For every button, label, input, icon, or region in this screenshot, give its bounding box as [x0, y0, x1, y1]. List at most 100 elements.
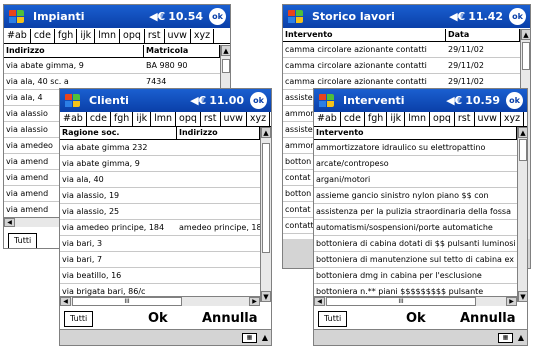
- keyboard-icon[interactable]: ▦: [242, 333, 257, 343]
- horizontal-scrollbar[interactable]: ◀ III ▶: [314, 296, 517, 306]
- alpha-tab[interactable]: lmn: [405, 112, 431, 126]
- clock[interactable]: 10.54: [168, 10, 203, 23]
- keyboard-icon[interactable]: ▦: [498, 333, 513, 343]
- table-row[interactable]: arcate/contropeso: [314, 156, 517, 172]
- table-row[interactable]: assieme gancio sinistro nylon piano $$ c…: [314, 188, 517, 204]
- column-header-matricola[interactable]: Matricola: [144, 45, 220, 57]
- vertical-scrollbar[interactable]: ▲ ▼: [260, 127, 271, 302]
- tutti-button[interactable]: Tutti: [64, 311, 94, 327]
- table-row[interactable]: camma circolare azionante contatti 29/11/…: [283, 58, 520, 74]
- table-row[interactable]: via abate gimma, 9: [60, 156, 260, 172]
- windows-flag-icon[interactable]: [65, 93, 83, 109]
- alpha-tab[interactable]: opq: [120, 29, 145, 43]
- table-row[interactable]: via amedeo principe, 184 amedeo principe,…: [60, 220, 260, 236]
- alpha-tab[interactable]: opq: [176, 112, 201, 126]
- table-row[interactable]: via bari, 3: [60, 236, 260, 252]
- ok-button[interactable]: ok: [250, 92, 267, 109]
- ok-button[interactable]: ok: [509, 8, 526, 25]
- column-header-ragione-soc[interactable]: Ragione soc.: [60, 127, 177, 139]
- ok-button[interactable]: ok: [506, 92, 523, 109]
- table-row[interactable]: via beatillo, 16: [60, 268, 260, 284]
- alpha-tab[interactable]: xyz: [247, 112, 271, 126]
- speaker-icon[interactable]: ◀€: [449, 10, 465, 23]
- table-row[interactable]: via alassio, 25: [60, 204, 260, 220]
- alpha-tab[interactable]: #ab: [60, 112, 87, 126]
- table-row[interactable]: camma circolare azionante contatti 29/11/…: [283, 42, 520, 58]
- table-row[interactable]: bottoniera di cabina dotati di $$ pulsan…: [314, 236, 517, 252]
- alpha-tab[interactable]: uvw: [165, 29, 191, 43]
- annulla-button[interactable]: Annulla: [460, 310, 516, 328]
- horizontal-scrollbar[interactable]: ◀ III ▶: [60, 296, 260, 306]
- alpha-tab[interactable]: ijk: [77, 29, 96, 43]
- alpha-tab[interactable]: cde: [87, 112, 111, 126]
- alpha-tab[interactable]: fgh: [365, 112, 388, 126]
- column-header-intervento[interactable]: Intervento: [283, 29, 446, 41]
- alpha-tab[interactable]: fgh: [55, 29, 78, 43]
- scroll-up-icon[interactable]: ▲: [521, 29, 530, 40]
- speaker-icon[interactable]: ◀€: [149, 10, 165, 23]
- alpha-tab[interactable]: rst: [145, 29, 165, 43]
- scroll-right-icon[interactable]: ▶: [249, 297, 260, 306]
- table-row[interactable]: via abate gimma, 9 BA 980 90: [4, 58, 220, 74]
- scroll-left-icon[interactable]: ◀: [314, 297, 325, 306]
- scroll-up-icon[interactable]: ▲: [518, 127, 527, 138]
- clock[interactable]: 10.59: [465, 94, 500, 107]
- scroll-thumb[interactable]: III: [326, 297, 476, 306]
- scroll-left-icon[interactable]: ◀: [4, 218, 15, 227]
- table-row[interactable]: bottoniera di manutenzione sul tetto di …: [314, 252, 517, 268]
- scroll-thumb[interactable]: [519, 139, 527, 161]
- sip-arrow-up-icon[interactable]: ▲: [518, 333, 524, 343]
- column-header-intervento[interactable]: Intervento: [314, 127, 517, 139]
- column-header-indirizzo[interactable]: Indirizzo: [177, 127, 260, 139]
- speaker-icon[interactable]: ◀€: [190, 94, 206, 107]
- table-row[interactable]: bottoniera dmg in cabina per l'esclusion…: [314, 268, 517, 284]
- scroll-thumb[interactable]: [522, 42, 530, 70]
- alpha-tab[interactable]: #ab: [314, 112, 341, 126]
- speaker-icon[interactable]: ◀€: [446, 94, 462, 107]
- alpha-tab[interactable]: xyz: [191, 29, 215, 43]
- alpha-tab[interactable]: #ab: [4, 29, 31, 43]
- table-row[interactable]: via alassio, 19: [60, 188, 260, 204]
- alpha-tab[interactable]: cde: [31, 29, 55, 43]
- alpha-tab[interactable]: rst: [201, 112, 221, 126]
- ok-button[interactable]: ok: [209, 8, 226, 25]
- alpha-tab[interactable]: ijk: [133, 112, 152, 126]
- scroll-down-icon[interactable]: ▼: [518, 291, 527, 302]
- column-header-indirizzo[interactable]: Indirizzo: [4, 45, 144, 57]
- alpha-tab[interactable]: lmn: [95, 29, 121, 43]
- scroll-thumb[interactable]: [262, 143, 270, 253]
- alpha-tab[interactable]: rst: [455, 112, 475, 126]
- alpha-tab[interactable]: fgh: [111, 112, 134, 126]
- tutti-button[interactable]: Tutti: [318, 311, 348, 327]
- sip-arrow-up-icon[interactable]: ▲: [262, 333, 268, 343]
- tutti-button[interactable]: Tutti: [8, 233, 38, 248]
- table-row[interactable]: argani/motori: [314, 172, 517, 188]
- scroll-thumb[interactable]: [222, 59, 230, 73]
- alpha-tab[interactable]: uvw: [475, 112, 501, 126]
- alpha-tab[interactable]: opq: [430, 112, 455, 126]
- scroll-left-icon[interactable]: ◀: [60, 297, 71, 306]
- scroll-up-icon[interactable]: ▲: [221, 45, 230, 56]
- alpha-tab[interactable]: cde: [341, 112, 365, 126]
- scroll-up-icon[interactable]: ▲: [261, 127, 271, 138]
- table-row[interactable]: via bari, 7: [60, 252, 260, 268]
- vertical-scrollbar[interactable]: ▲ ▼: [517, 127, 527, 302]
- annulla-button[interactable]: Annulla: [202, 310, 258, 328]
- ok-dialog-button[interactable]: Ok: [406, 310, 426, 328]
- alpha-tab[interactable]: xyz: [501, 112, 525, 126]
- table-row[interactable]: via abate gimma 232: [60, 140, 260, 156]
- clock[interactable]: 11.42: [468, 10, 503, 23]
- alpha-tab[interactable]: uvw: [221, 112, 247, 126]
- column-header-data[interactable]: Data: [446, 29, 520, 41]
- table-row[interactable]: via ala, 40: [60, 172, 260, 188]
- table-row[interactable]: ammortizzatore idraulico su elettropatti…: [314, 140, 517, 156]
- windows-flag-icon[interactable]: [288, 9, 306, 25]
- windows-flag-icon[interactable]: [319, 93, 337, 109]
- alpha-tab[interactable]: ijk: [387, 112, 406, 126]
- scroll-thumb[interactable]: III: [72, 297, 182, 306]
- clock[interactable]: 11.00: [209, 94, 244, 107]
- windows-flag-icon[interactable]: [9, 9, 27, 25]
- scroll-down-icon[interactable]: ▼: [261, 291, 271, 302]
- table-row[interactable]: assistenza per la pulizia straordinaria …: [314, 204, 517, 220]
- scroll-right-icon[interactable]: ▶: [506, 297, 517, 306]
